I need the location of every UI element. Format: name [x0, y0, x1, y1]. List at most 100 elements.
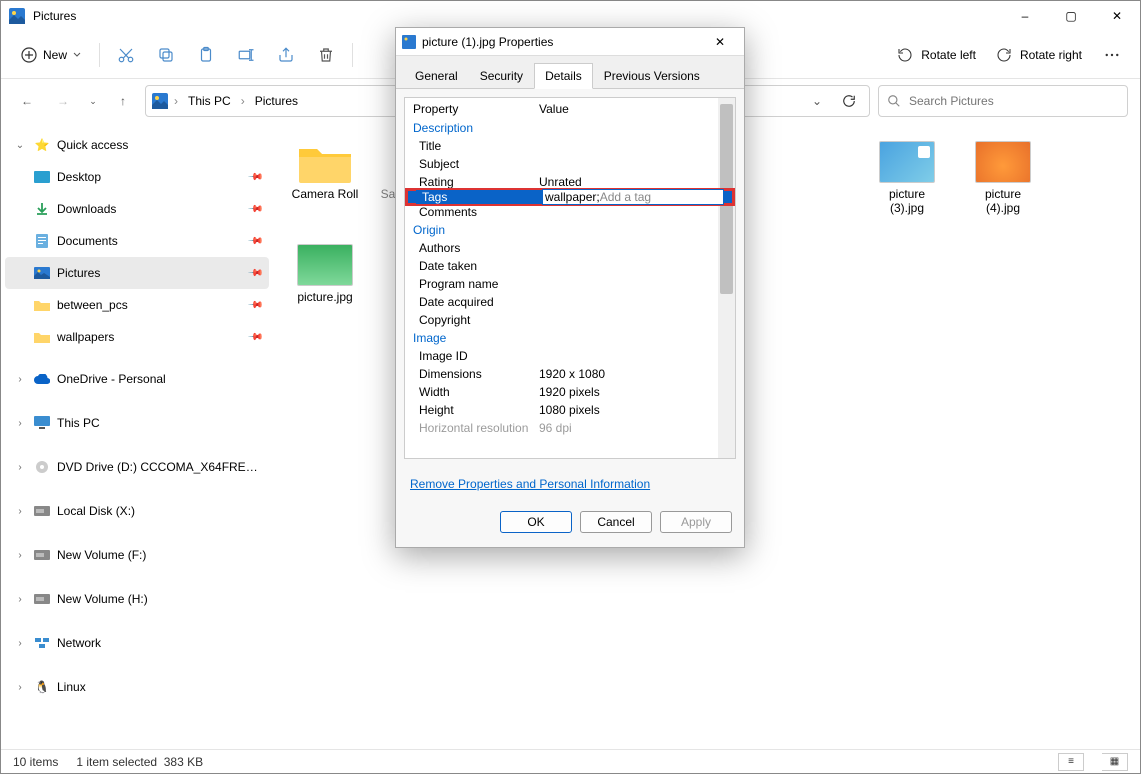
details-view-button[interactable]: ≡ — [1058, 753, 1084, 771]
download-icon — [33, 200, 51, 218]
prop-date-acquired[interactable]: Date acquired — [405, 293, 735, 311]
image-file-icon — [402, 35, 416, 49]
crumb-pictures[interactable]: Pictures — [251, 91, 302, 111]
sidebar-wallpapers[interactable]: wallpapers📌 — [5, 321, 269, 353]
prop-height[interactable]: Height1080 pixels — [405, 401, 735, 419]
minimize-button[interactable]: – — [1002, 1, 1048, 31]
rotate-left-button[interactable]: Rotate left — [887, 41, 986, 69]
chevron-right-icon[interactable]: › — [172, 94, 180, 108]
file-picture-3[interactable]: picture (3).jpg — [869, 137, 945, 220]
tags-input[interactable]: wallpaper; Add a tag — [542, 189, 724, 205]
scrollbar[interactable] — [718, 98, 735, 458]
ok-button[interactable]: OK — [500, 511, 572, 533]
status-item-count: 10 items — [13, 755, 58, 769]
prop-subject[interactable]: Subject — [405, 155, 735, 173]
cloud-icon — [33, 370, 51, 388]
chevron-right-icon[interactable]: › — [13, 506, 27, 517]
tab-security[interactable]: Security — [469, 63, 534, 89]
chevron-right-icon[interactable]: › — [13, 550, 27, 561]
maximize-button[interactable]: ▢ — [1048, 1, 1094, 31]
sidebar-between-pcs[interactable]: between_pcs📌 — [5, 289, 269, 321]
recent-dropdown[interactable]: ⌄ — [85, 87, 101, 115]
dialog-titlebar[interactable]: picture (1).jpg Properties ✕ — [396, 28, 744, 56]
pictures-icon — [33, 264, 51, 282]
more-button[interactable] — [1092, 37, 1132, 73]
rotate-right-button[interactable]: Rotate right — [986, 41, 1092, 69]
sidebar-onedrive[interactable]: ›OneDrive - Personal — [5, 363, 269, 395]
properties-list: Property Value Description Title Subject… — [404, 97, 736, 459]
pin-icon: 📌 — [246, 233, 263, 250]
folder-camera-roll[interactable]: Camera Roll — [287, 137, 363, 220]
cancel-button[interactable]: Cancel — [580, 511, 652, 533]
sidebar-downloads[interactable]: Downloads📌 — [5, 193, 269, 225]
thumbnails-view-button[interactable]: ▦ — [1102, 753, 1128, 771]
refresh-button[interactable] — [835, 87, 863, 115]
chevron-right-icon[interactable]: › — [13, 638, 27, 649]
tab-details[interactable]: Details — [534, 63, 593, 89]
sidebar-dvd[interactable]: ›DVD Drive (D:) CCCOMA_X64FRE_EN-US — [5, 451, 269, 483]
sidebar-desktop[interactable]: Desktop📌 — [5, 161, 269, 193]
pin-icon: 📌 — [246, 201, 263, 218]
new-button[interactable]: New — [9, 41, 93, 69]
image-thumbnail — [879, 141, 935, 183]
prop-date-taken[interactable]: Date taken — [405, 257, 735, 275]
chevron-down-icon[interactable]: ⌄ — [13, 140, 27, 151]
sidebar-linux[interactable]: ›🐧Linux — [5, 671, 269, 703]
tab-previous-versions[interactable]: Previous Versions — [593, 63, 711, 89]
chevron-right-icon[interactable]: › — [13, 374, 27, 385]
sidebar-newvolume-f[interactable]: ›New Volume (F:) — [5, 539, 269, 571]
search-input[interactable] — [909, 94, 1119, 108]
section-origin: Origin — [405, 221, 735, 239]
chevron-right-icon[interactable]: › — [13, 682, 27, 693]
prop-copyright[interactable]: Copyright — [405, 311, 735, 329]
chevron-right-icon[interactable]: › — [13, 594, 27, 605]
share-button[interactable] — [266, 37, 306, 73]
tab-general[interactable]: General — [404, 63, 469, 89]
sidebar-localdisk-x[interactable]: ›Local Disk (X:) — [5, 495, 269, 527]
chevron-right-icon[interactable]: › — [239, 94, 247, 108]
sidebar-documents[interactable]: Documents📌 — [5, 225, 269, 257]
section-image: Image — [405, 329, 735, 347]
dialog-close-button[interactable]: ✕ — [702, 28, 738, 56]
section-description: Description — [405, 119, 735, 137]
prop-tags[interactable]: Tags wallpaper; Add a tag — [405, 188, 735, 206]
rename-button[interactable] — [226, 37, 266, 73]
apply-button[interactable]: Apply — [660, 511, 732, 533]
sidebar-network[interactable]: ›Network — [5, 627, 269, 659]
linux-icon: 🐧 — [33, 678, 51, 696]
pictures-icon — [9, 8, 25, 24]
up-button[interactable]: ↑ — [109, 87, 137, 115]
prop-title[interactable]: Title — [405, 137, 735, 155]
disc-icon — [33, 458, 51, 476]
forward-button[interactable]: → — [49, 87, 77, 115]
address-dropdown[interactable]: ⌄ — [803, 87, 831, 115]
chevron-right-icon[interactable]: › — [13, 462, 27, 473]
sidebar-pictures[interactable]: Pictures📌 — [5, 257, 269, 289]
cut-button[interactable] — [106, 37, 146, 73]
prop-authors[interactable]: Authors — [405, 239, 735, 257]
prop-width[interactable]: Width1920 pixels — [405, 383, 735, 401]
file-picture-jpg[interactable]: picture.jpg — [287, 240, 363, 314]
search-box[interactable] — [878, 85, 1128, 117]
crumb-thispc[interactable]: This PC — [184, 91, 235, 111]
sidebar-newvolume-h[interactable]: ›New Volume (H:) — [5, 583, 269, 615]
copy-button[interactable] — [146, 37, 186, 73]
sidebar-quick-access[interactable]: ⌄ ⭐ Quick access — [5, 129, 269, 161]
delete-button[interactable] — [306, 37, 346, 73]
dialog-title: picture (1).jpg Properties — [416, 35, 702, 49]
prop-image-id[interactable]: Image ID — [405, 347, 735, 365]
file-picture-4[interactable]: picture (4).jpg — [965, 137, 1041, 220]
sidebar-thispc[interactable]: ›This PC — [5, 407, 269, 439]
window-title: Pictures — [33, 9, 1002, 23]
paste-button[interactable] — [186, 37, 226, 73]
drive-icon — [33, 502, 51, 520]
back-button[interactable]: ← — [13, 87, 41, 115]
remove-properties-link[interactable]: Remove Properties and Personal Informati… — [396, 467, 744, 501]
prop-horizontal-resolution[interactable]: Horizontal resolution96 dpi — [405, 419, 735, 437]
network-icon — [33, 634, 51, 652]
prop-dimensions[interactable]: Dimensions1920 x 1080 — [405, 365, 735, 383]
status-selection: 1 item selected 383 KB — [76, 755, 203, 769]
prop-program-name[interactable]: Program name — [405, 275, 735, 293]
close-button[interactable]: ✕ — [1094, 1, 1140, 31]
chevron-right-icon[interactable]: › — [13, 418, 27, 429]
